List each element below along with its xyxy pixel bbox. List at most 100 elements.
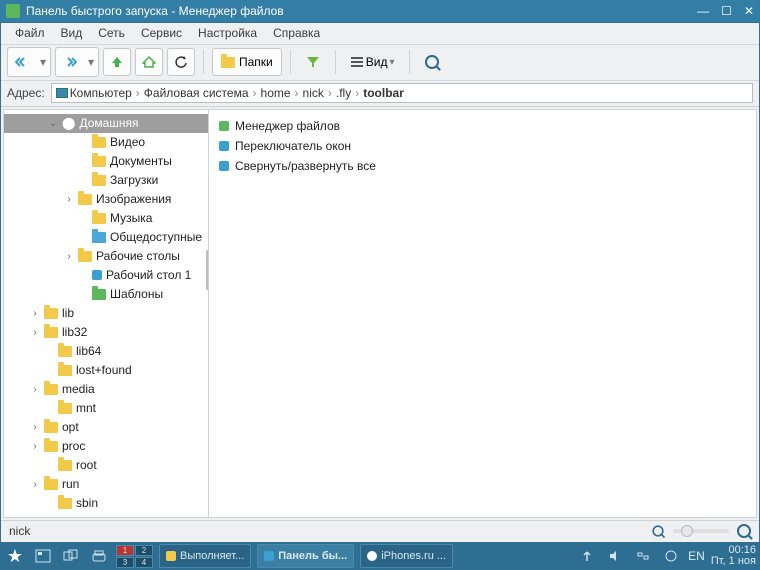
tree-home[interactable]: ⌄⬤Домашняя xyxy=(4,114,208,133)
nav-back-button[interactable] xyxy=(8,48,36,76)
tree-proc[interactable]: ›proc xyxy=(4,437,208,456)
folders-toggle[interactable]: Папки xyxy=(212,48,282,76)
file-item-winswitch[interactable]: Переключатель окон xyxy=(215,136,750,156)
crumb-fly[interactable]: .fly xyxy=(334,86,353,100)
tree-expander[interactable]: › xyxy=(64,194,74,205)
menu-help[interactable]: Справка xyxy=(265,24,328,42)
status-bar: nick xyxy=(1,520,759,542)
refresh-button[interactable] xyxy=(167,48,195,76)
address-bar: Адрес: Компьютер › Файловая система › ho… xyxy=(1,81,759,107)
start-menu-button[interactable]: ★ xyxy=(4,545,26,567)
tray-volume-icon[interactable] xyxy=(604,545,626,567)
keyboard-layout-indicator[interactable]: EN xyxy=(688,549,705,563)
show-desktop-button[interactable] xyxy=(32,545,54,567)
desktop-icon xyxy=(92,270,102,280)
tree-sbin[interactable]: ›sbin xyxy=(4,494,208,513)
tree-lostfound[interactable]: ›lost+found xyxy=(4,361,208,380)
taskbar-item-3[interactable]: iPhones.ru ... xyxy=(360,544,453,568)
tree-video[interactable]: ›Видео xyxy=(4,133,208,152)
folder-icon xyxy=(78,251,92,262)
tree-expander[interactable]: ⌄ xyxy=(48,118,58,129)
view-mode-dropdown[interactable]: Вид ▾ xyxy=(344,48,401,76)
pager-desktop-2[interactable]: 2 xyxy=(135,545,153,556)
zoom-in-button[interactable] xyxy=(737,524,751,538)
menu-view[interactable]: Вид xyxy=(53,24,91,42)
zoom-slider[interactable] xyxy=(673,529,729,533)
filter-button[interactable] xyxy=(299,48,327,76)
folder-icon xyxy=(58,346,72,357)
crumb-sep: › xyxy=(353,86,361,100)
taskbar-item-2[interactable]: Панель бы... xyxy=(257,544,354,568)
folder-icon xyxy=(44,327,58,338)
tree-documents[interactable]: ›Документы xyxy=(4,152,208,171)
tree-lib[interactable]: ›lib xyxy=(4,304,208,323)
tree-music[interactable]: ›Музыка xyxy=(4,209,208,228)
tree-templates[interactable]: ›Шаблоны xyxy=(4,285,208,304)
breadcrumb[interactable]: Компьютер › Файловая система › home › ni… xyxy=(51,83,753,103)
tree-desktops[interactable]: ›Рабочие столы xyxy=(4,247,208,266)
tray-button[interactable] xyxy=(88,545,110,567)
tree-lib32[interactable]: ›lib32 xyxy=(4,323,208,342)
folder-icon xyxy=(44,422,58,433)
crumb-filesystem[interactable]: Файловая система xyxy=(142,86,251,100)
tree-expander[interactable]: › xyxy=(30,441,40,452)
window-switcher-button[interactable] xyxy=(60,545,82,567)
nav-back-menu[interactable]: ▾ xyxy=(36,48,50,76)
menu-file[interactable]: Файл xyxy=(7,24,53,42)
tree-public[interactable]: ›Общедоступные xyxy=(4,228,208,247)
folder-icon xyxy=(44,441,58,452)
tray-network-icon[interactable] xyxy=(632,545,654,567)
tree-expander[interactable]: › xyxy=(64,251,74,262)
crumb-computer[interactable]: Компьютер xyxy=(68,86,134,100)
pager-desktop-1[interactable]: 1 xyxy=(116,545,134,556)
nav-home-button[interactable] xyxy=(135,48,163,76)
maximize-button[interactable]: ☐ xyxy=(721,4,732,18)
crumb-current[interactable]: toolbar xyxy=(361,86,406,100)
tree-expander[interactable]: › xyxy=(30,308,40,319)
tree-expander[interactable]: › xyxy=(30,327,40,338)
tree-desktop1[interactable]: ›Рабочий стол 1 xyxy=(4,266,208,285)
pager[interactable]: 1 2 3 4 xyxy=(116,545,153,568)
minimize-button[interactable]: — xyxy=(697,4,709,18)
tree-root[interactable]: ›root xyxy=(4,456,208,475)
star-icon: ★ xyxy=(7,546,23,567)
tray-usb-icon[interactable] xyxy=(576,545,598,567)
file-list[interactable]: Менеджер файлов Переключатель окон Сверн… xyxy=(209,110,756,517)
folder-icon xyxy=(92,289,106,300)
tree-downloads[interactable]: ›Загрузки xyxy=(4,171,208,190)
folders-label: Папки xyxy=(239,55,273,69)
tree-media[interactable]: ›media xyxy=(4,380,208,399)
menu-service[interactable]: Сервис xyxy=(133,24,190,42)
tree-scrollbar[interactable] xyxy=(206,250,208,290)
crumb-user[interactable]: nick xyxy=(301,86,326,100)
titlebar[interactable]: Панель быстрого запуска - Менеджер файло… xyxy=(0,0,760,22)
tree-opt[interactable]: ›opt xyxy=(4,418,208,437)
zoom-thumb[interactable] xyxy=(681,525,693,537)
file-item-minmax[interactable]: Свернуть/развернуть все xyxy=(215,156,750,176)
clock[interactable]: 00:16 Пт, 1 ноя xyxy=(711,545,756,568)
folder-tree[interactable]: ⌄⬤Домашняя ›Видео ›Документы ›Загрузки ›… xyxy=(4,110,209,517)
file-item-filemanager[interactable]: Менеджер файлов xyxy=(215,116,750,136)
menubar: Файл Вид Сеть Сервис Настройка Справка xyxy=(1,23,759,45)
nav-up-button[interactable] xyxy=(103,48,131,76)
tree-expander[interactable]: › xyxy=(30,422,40,433)
taskbar-item-1[interactable]: Выполняет... xyxy=(159,544,251,568)
search-button[interactable] xyxy=(418,48,446,76)
tree-pictures[interactable]: ›Изображения xyxy=(4,190,208,209)
pager-desktop-3[interactable]: 3 xyxy=(116,557,134,568)
tree-expander[interactable]: › xyxy=(30,384,40,395)
nav-forward-button[interactable] xyxy=(56,48,84,76)
crumb-sep: › xyxy=(251,86,259,100)
zoom-out-button[interactable] xyxy=(652,526,663,537)
crumb-home[interactable]: home xyxy=(259,86,293,100)
menu-settings[interactable]: Настройка xyxy=(190,24,265,42)
tree-lib64[interactable]: ›lib64 xyxy=(4,342,208,361)
tree-expander[interactable]: › xyxy=(30,479,40,490)
nav-forward-menu[interactable]: ▾ xyxy=(84,48,98,76)
tree-run[interactable]: ›run xyxy=(4,475,208,494)
tree-mnt[interactable]: ›mnt xyxy=(4,399,208,418)
menu-network[interactable]: Сеть xyxy=(90,24,133,42)
close-button[interactable]: ✕ xyxy=(744,4,754,18)
tray-notifications-icon[interactable] xyxy=(660,545,682,567)
pager-desktop-4[interactable]: 4 xyxy=(135,557,153,568)
